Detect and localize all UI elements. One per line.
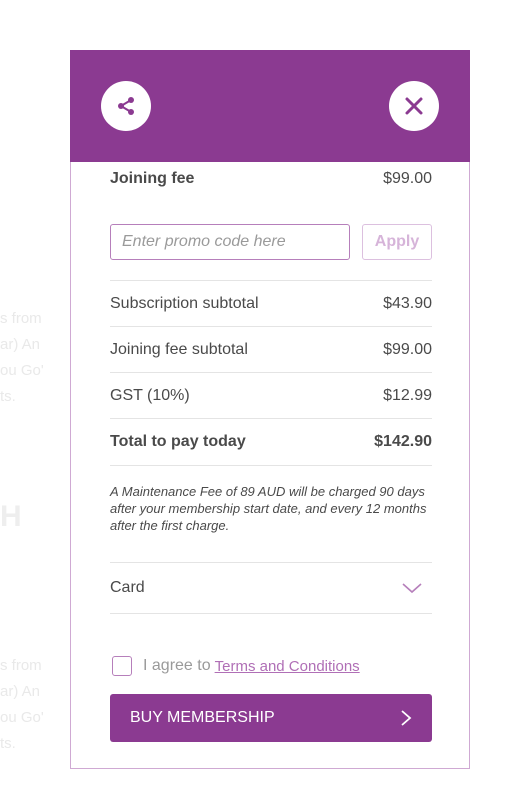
agree-prefix: I agree to [143, 657, 211, 674]
membership-checkout-modal: Joining fee $99.00 Apply Subscription su… [70, 50, 470, 769]
totals-label: Subscription subtotal [110, 294, 259, 312]
totals-value: $99.00 [383, 340, 432, 358]
totals-list: Subscription subtotal $43.90 Joining fee… [110, 280, 432, 466]
buy-membership-button[interactable]: BUY MEMBERSHIP [110, 694, 432, 742]
chevron-right-icon [401, 710, 412, 726]
share-button[interactable] [101, 81, 151, 131]
terms-link[interactable]: Terms and Conditions [215, 658, 360, 675]
promo-code-area: Apply [110, 224, 432, 260]
share-icon [118, 97, 134, 115]
close-button[interactable] [389, 81, 439, 131]
gst-row: GST (10%) $12.99 [110, 373, 432, 419]
background-line: ar) An [0, 336, 41, 353]
background-text-block: s from ar) An ou Go' ts. [0, 653, 44, 757]
joining-fee-value: $99.00 [383, 169, 432, 187]
subscription-subtotal-row: Subscription subtotal $43.90 [110, 281, 432, 327]
close-icon [405, 97, 423, 115]
maintenance-fee-note: A Maintenance Fee of 89 AUD will be char… [110, 484, 427, 533]
total-today-row: Total to pay today $142.90 [110, 419, 432, 466]
payment-method-select[interactable]: Card [110, 562, 432, 614]
background-line: s from [0, 657, 42, 674]
joining-fee-label: Joining fee [110, 169, 195, 187]
total-today-value: $142.90 [374, 433, 432, 450]
totals-value: $12.99 [383, 386, 432, 404]
background-line: ou Go' [0, 709, 44, 726]
background-text-block: s from ar) An ou Go' ts. [0, 306, 44, 410]
total-today-label: Total to pay today [110, 433, 246, 450]
background-line: ou Go' [0, 362, 44, 379]
terms-agreement: I agree to Terms and Conditions [110, 656, 432, 676]
payment-method-value: Card [110, 579, 145, 596]
totals-label: Joining fee subtotal [110, 340, 248, 358]
background-line: s from [0, 310, 42, 327]
background-line: ts. [0, 388, 16, 405]
promo-code-input[interactable] [110, 224, 350, 260]
background-line: ts. [0, 735, 16, 752]
apply-promo-button[interactable]: Apply [362, 224, 432, 260]
background-heading: H [0, 500, 22, 533]
chevron-down-icon [402, 583, 422, 594]
background-line: ar) An [0, 683, 41, 700]
totals-label: GST (10%) [110, 386, 190, 404]
modal-header [70, 50, 470, 162]
checkout-content: Joining fee $99.00 Apply Subscription su… [110, 162, 432, 742]
joining-fee-row: Joining fee $99.00 [110, 162, 432, 195]
joining-fee-subtotal-row: Joining fee subtotal $99.00 [110, 327, 432, 373]
totals-value: $43.90 [383, 294, 432, 312]
buy-membership-label: BUY MEMBERSHIP [130, 709, 275, 726]
terms-checkbox[interactable] [112, 656, 132, 676]
